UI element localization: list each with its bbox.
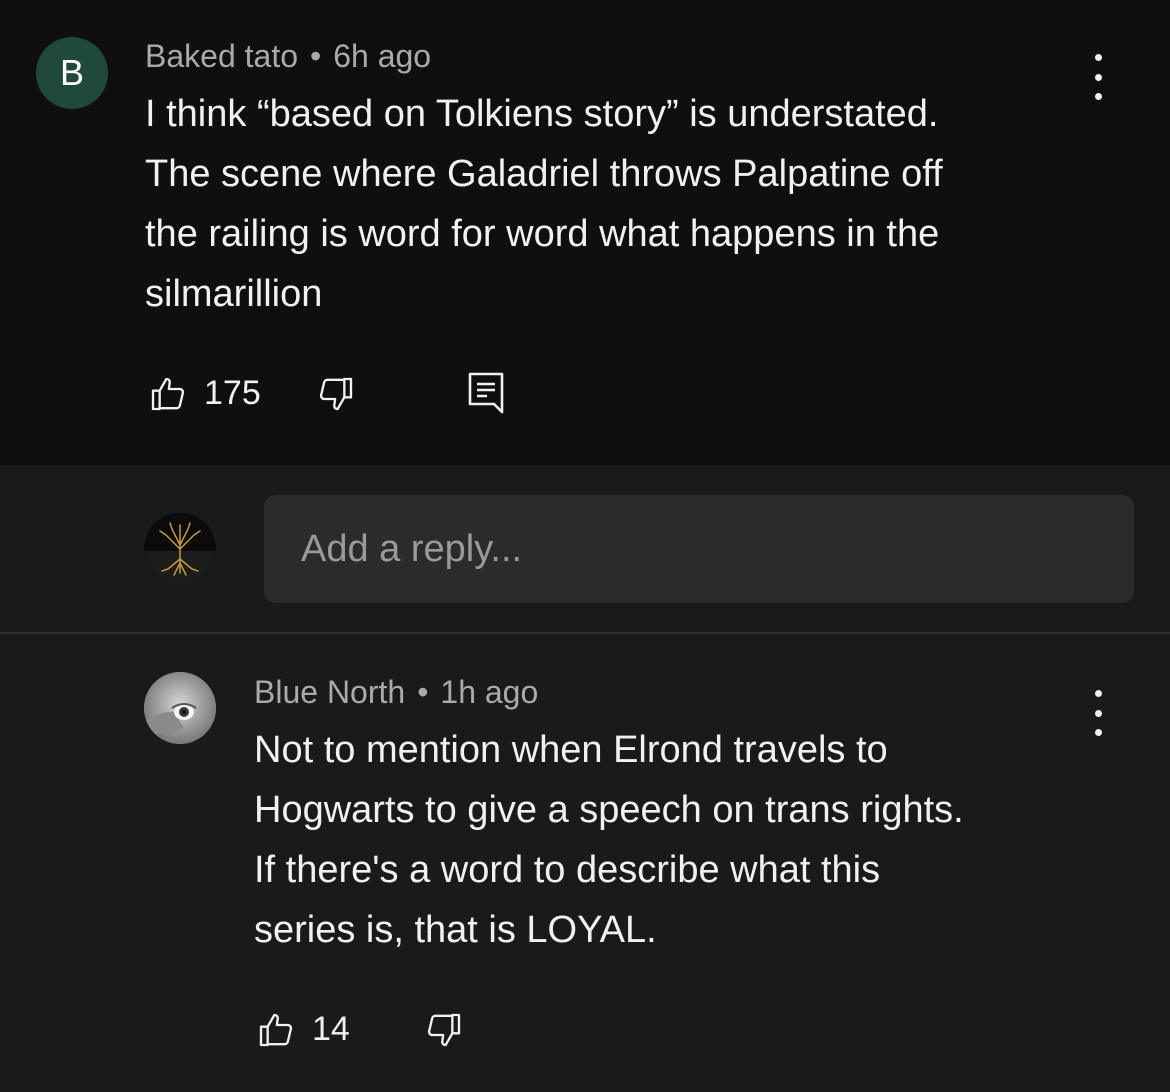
dislike-button[interactable] <box>316 374 356 419</box>
separator-dot: • <box>417 674 429 710</box>
reply-avatar[interactable] <box>144 672 216 744</box>
eye-photo-icon <box>144 672 216 744</box>
comment-line: The scene where Galadriel throws Palpati… <box>145 153 943 195</box>
comment-line: I think “based on Tolkiens story” is und… <box>145 93 939 135</box>
reply-input[interactable]: Add a reply... <box>264 495 1134 603</box>
comment-icon <box>468 372 504 414</box>
reply-meta: Blue North • 1h ago <box>254 674 538 711</box>
reply-placeholder: Add a reply... <box>301 527 523 570</box>
reply-line: If there's a word to describe what this <box>254 849 881 891</box>
thumbs-up-icon <box>259 1013 293 1047</box>
reply-dislike-button[interactable] <box>424 1010 464 1055</box>
comment-line: the railing is word for word what happen… <box>145 213 940 255</box>
avatar-letter: B <box>59 52 84 93</box>
tree-logo-icon <box>144 513 216 585</box>
comment-time: 6h ago <box>333 38 432 74</box>
separator-dot: • <box>310 38 322 74</box>
comment-author[interactable]: Baked tato <box>145 38 298 74</box>
reply-line: series is, that is LOYAL. <box>254 909 657 951</box>
reply-time: 1h ago <box>440 674 539 710</box>
comment-meta: Baked tato • 6h ago <box>145 38 431 75</box>
avatar[interactable]: B <box>36 37 108 109</box>
thumbs-down-icon <box>427 1013 461 1047</box>
reply-author[interactable]: Blue North <box>254 674 405 710</box>
reply-button[interactable] <box>468 372 504 419</box>
reply-body: Not to mention when Elrond travels to Ho… <box>254 720 1134 960</box>
like-count: 175 <box>204 374 261 412</box>
comment-body: I think “based on Tolkiens story” is und… <box>145 84 1105 324</box>
reply-like-count: 14 <box>312 1010 350 1048</box>
thumbs-up-icon <box>151 377 185 411</box>
divider <box>0 632 1170 634</box>
comment-line: silmarillion <box>145 273 323 315</box>
reply-line: Not to mention when Elrond travels to <box>254 729 888 771</box>
thumbs-down-icon <box>319 377 353 411</box>
reply-line: Hogwarts to give a speech on trans right… <box>254 789 964 831</box>
user-avatar[interactable] <box>144 513 216 585</box>
reply-like-button[interactable] <box>256 1010 296 1055</box>
like-button[interactable] <box>148 374 188 419</box>
